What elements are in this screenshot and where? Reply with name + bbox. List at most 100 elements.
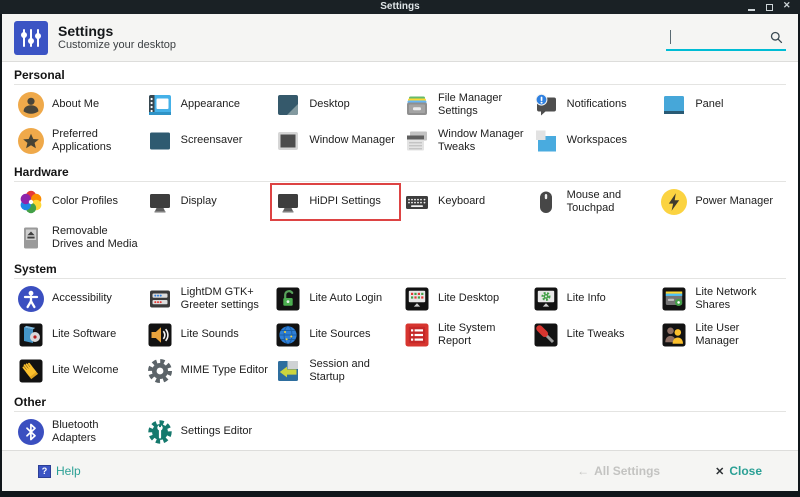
settings-item-label: Accessibility [52, 292, 112, 305]
footer-bar: ? Help ← All Settings ✕ Close [2, 450, 798, 491]
section-grid: Accessibility LightDM GTK+ Greeter settin… [14, 279, 786, 391]
screensaver-icon [146, 127, 174, 155]
settings-item-label: Appearance [181, 98, 240, 111]
settings-item-label: Lite System Report [438, 322, 526, 348]
settings-item-label: Mouse and Touchpad [567, 189, 655, 215]
removable-drives-icon [17, 224, 45, 252]
settings-item-label: Settings Editor [181, 425, 253, 438]
settings-item-label: Workspaces [567, 134, 627, 147]
settings-item-label: Lite Sources [309, 328, 370, 341]
settings-item-label: Lite Info [567, 292, 606, 305]
section-title-personal: Personal [14, 64, 786, 85]
all-settings-label: All Settings [594, 464, 660, 478]
section-other: OtherBluetooth AdaptersSettings Editor [14, 391, 786, 450]
settings-item-label: Window Manager Tweaks [438, 128, 526, 154]
settings-item-lite-system-report[interactable]: Lite System Report [400, 317, 529, 353]
color-profiles-icon [17, 188, 45, 216]
search-box[interactable] [666, 24, 786, 51]
settings-item-window-manager[interactable]: Window Manager [271, 123, 400, 159]
page-title: Settings [58, 23, 176, 39]
settings-item-lite-sounds[interactable]: Lite Sounds [143, 317, 272, 353]
settings-item-notifications[interactable]: Notifications [529, 87, 658, 123]
settings-item-mime-type-editor[interactable]: MIME Type Editor [143, 353, 272, 389]
section-grid: Color Profiles Display HiDPI Settings Keybo… [14, 182, 786, 258]
power-manager-icon [660, 188, 688, 216]
close-x-icon: ✕ [715, 465, 724, 478]
window-manager-icon [274, 127, 302, 155]
settings-item-label: Screensaver [181, 134, 243, 147]
settings-item-lite-user-manager[interactable]: Lite User Manager [657, 317, 786, 353]
settings-item-label: LightDM GTK+ Greeter settings [181, 286, 269, 312]
settings-item-keyboard[interactable]: Keyboard [400, 184, 529, 220]
settings-item-removable-drives-and-media[interactable]: Removable Drives and Media [14, 220, 143, 256]
titlebar[interactable]: Settings [0, 0, 800, 14]
settings-item-lite-welcome[interactable]: Lite Welcome [14, 353, 143, 389]
lite-desktop-icon [403, 285, 431, 313]
mouse-icon [532, 188, 560, 216]
window-controls [747, 3, 800, 12]
settings-item-label: Bluetooth Adapters [52, 419, 140, 445]
settings-item-label: Lite Sounds [181, 328, 239, 341]
settings-item-label: Lite Desktop [438, 292, 499, 305]
settings-item-label: Notifications [567, 98, 627, 111]
settings-item-label: Lite Tweaks [567, 328, 625, 341]
settings-item-label: About Me [52, 98, 99, 111]
appearance-icon [146, 91, 174, 119]
all-settings-button[interactable]: ← All Settings [577, 464, 660, 478]
close-button[interactable] [783, 3, 792, 12]
settings-item-screensaver[interactable]: Screensaver [143, 123, 272, 159]
settings-item-lite-software[interactable]: Lite Software [14, 317, 143, 353]
settings-item-mouse-and-touchpad[interactable]: Mouse and Touchpad [529, 184, 658, 220]
settings-item-lite-tweaks[interactable]: Lite Tweaks [529, 317, 658, 353]
minimize-button[interactable] [747, 3, 756, 12]
settings-item-label: Window Manager [309, 134, 395, 147]
help-icon: ? [38, 465, 51, 478]
settings-editor-icon [146, 418, 174, 446]
settings-item-label: Lite Welcome [52, 364, 118, 377]
settings-item-lightdm-gtk-greeter-settings[interactable]: LightDM GTK+ Greeter settings [143, 281, 272, 317]
settings-item-label: Keyboard [438, 195, 485, 208]
settings-item-file-manager-settings[interactable]: File Manager Settings [400, 87, 529, 123]
help-button[interactable]: ? Help [38, 464, 81, 478]
accessibility-icon [17, 285, 45, 313]
window-body: Settings Customize your desktop Personal… [2, 14, 798, 491]
maximize-button[interactable] [765, 3, 774, 12]
lite-software-icon [17, 321, 45, 349]
settings-item-lite-auto-login[interactable]: Lite Auto Login [271, 281, 400, 317]
settings-item-label: Power Manager [695, 195, 773, 208]
settings-item-lite-info[interactable]: Lite Info [529, 281, 658, 317]
settings-item-settings-editor[interactable]: Settings Editor [143, 414, 272, 450]
settings-item-desktop[interactable]: Desktop [271, 87, 400, 123]
settings-item-hidpi-settings[interactable]: HiDPI Settings [271, 184, 400, 220]
settings-item-accessibility[interactable]: Accessibility [14, 281, 143, 317]
session-startup-icon [274, 357, 302, 385]
settings-item-label: Lite Network Shares [695, 286, 783, 312]
settings-item-window-manager-tweaks[interactable]: Window Manager Tweaks [400, 123, 529, 159]
settings-item-power-manager[interactable]: Power Manager [657, 184, 786, 220]
settings-item-lite-desktop[interactable]: Lite Desktop [400, 281, 529, 317]
settings-item-color-profiles[interactable]: Color Profiles [14, 184, 143, 220]
lightdm-icon [146, 285, 174, 313]
settings-item-about-me[interactable]: About Me [14, 87, 143, 123]
settings-item-lite-sources[interactable]: Lite Sources [271, 317, 400, 353]
settings-item-appearance[interactable]: Appearance [143, 87, 272, 123]
lite-welcome-icon [17, 357, 45, 385]
settings-item-panel[interactable]: Panel [657, 87, 786, 123]
settings-item-label: Lite Software [52, 328, 116, 341]
window-manager-tweaks-icon [403, 127, 431, 155]
settings-item-label: File Manager Settings [438, 92, 526, 118]
settings-item-label: Color Profiles [52, 195, 118, 208]
close-button[interactable]: ✕ Close [715, 464, 762, 478]
preferred-applications-icon [17, 127, 45, 155]
settings-item-workspaces[interactable]: Workspaces [529, 123, 658, 159]
settings-item-display[interactable]: Display [143, 184, 272, 220]
settings-item-preferred-applications[interactable]: Preferred Applications [14, 123, 143, 159]
settings-item-lite-network-shares[interactable]: Lite Network Shares [657, 281, 786, 317]
workspaces-icon [532, 127, 560, 155]
settings-item-label: Display [181, 195, 217, 208]
settings-item-bluetooth-adapters[interactable]: Bluetooth Adapters [14, 414, 143, 450]
search-input[interactable] [671, 31, 768, 43]
settings-item-session-and-startup[interactable]: Session and Startup [271, 353, 400, 389]
section-title-hardware: Hardware [14, 161, 786, 182]
section-hardware: Hardware Color Profiles Display HiDPI Setti… [14, 161, 786, 258]
